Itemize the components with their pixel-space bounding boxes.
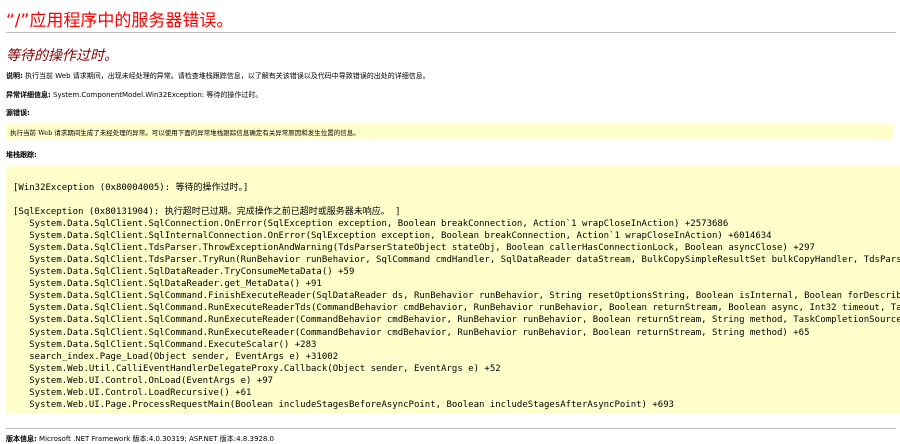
- stack-frame: System.Data.SqlClient.SqlCommand.RunExec…: [13, 327, 810, 338]
- source-error-label: 源错误:: [6, 109, 30, 117]
- description-line: 说明: 执行当前 Web 请求期间，出现未经处理的异常。请检查堆栈跟踪信息，以了…: [6, 71, 430, 81]
- stack-frame: System.Data.SqlClient.TdsParser.ThrowExc…: [13, 243, 815, 254]
- stack-trace-line: 堆栈跟踪:: [6, 150, 37, 160]
- stack-frame: System.Web.Util.CalliEventHandlerDelegat…: [13, 363, 501, 374]
- source-error-text: 执行当前 Web 请求期间生成了未经处理的异常。可以使用下面的异常堆栈跟踪信息确…: [10, 129, 360, 137]
- sql-exception-line: [SqlException (0x80131904): 执行超时已过期。完成操作…: [13, 207, 401, 218]
- description-text: 执行当前 Web 请求期间，出现未经处理的异常。请检查堆栈跟踪信息，以了解有关该…: [25, 72, 430, 80]
- stack-trace-label: 堆栈跟踪:: [6, 151, 37, 159]
- stack-frame: System.Data.SqlClient.SqlCommand.RunExec…: [13, 303, 900, 314]
- stack-frame: System.Data.SqlClient.SqlConnection.OnEr…: [13, 219, 729, 230]
- version-info-label: 版本信息:: [6, 435, 37, 443]
- stack-frame: System.Data.SqlClient.SqlCommand.FinishE…: [29, 291, 900, 302]
- stack-frame: System.Data.SqlClient.SqlDataReader.TryC…: [13, 267, 355, 278]
- exception-details-text: System.ComponentModel.Win32Exception: 等待…: [53, 91, 263, 99]
- title-divider: [6, 32, 896, 33]
- stack-frame: System.Data.SqlClient.TdsParser.TryRun(R…: [29, 255, 900, 266]
- stack-trace-box: [Win32Exception (0x80004005): 等待的操作过时。] […: [6, 165, 900, 414]
- stack-frame: System.Web.UI.Page.ProcessRequestMain(Bo…: [13, 399, 675, 410]
- stack-frame: search_index.Page_Load(Object sender, Ev…: [13, 351, 339, 362]
- stack-frame: System.Web.UI.Control.OnLoad(EventArgs e…: [13, 375, 274, 386]
- exception-details-label: 异常详细信息:: [6, 91, 51, 99]
- source-error-box: 执行当前 Web 请求期间生成了未经处理的异常。可以使用下面的异常堆栈跟踪信息确…: [6, 123, 894, 139]
- error-title: 等待的操作过时。: [6, 48, 118, 64]
- version-info-text: Microsoft .NET Framework 版本:4.0.30319; A…: [39, 435, 275, 443]
- win32-exception-line: [Win32Exception (0x80004005): 等待的操作过时。]: [13, 183, 249, 193]
- stack-frame: System.Data.SqlClient.SqlInternalConnect…: [13, 231, 772, 242]
- version-info-line: 版本信息: Microsoft .NET Framework 版本:4.0.30…: [6, 434, 274, 444]
- stack-frame: System.Data.SqlClient.SqlDataReader.get_…: [13, 279, 322, 290]
- footer-divider: [6, 428, 896, 429]
- stack-gap: [13, 194, 900, 206]
- stack-frame: System.Web.UI.Control.LoadRecursive() +6…: [13, 387, 252, 398]
- stack-frame: System.Data.SqlClient.SqlCommand.Execute…: [13, 339, 317, 350]
- stack-trace-text: [Win32Exception (0x80004005): 等待的操作过时。] […: [13, 182, 900, 411]
- error-page: “/”应用程序中的服务器错误。 等待的操作过时。 说明: 执行当前 Web 请求…: [0, 0, 900, 444]
- stack-frame: System.Data.SqlClient.SqlCommand.RunExec…: [29, 315, 900, 326]
- page-title: “/”应用程序中的服务器错误。: [6, 11, 234, 31]
- exception-details-line: 异常详细信息: System.ComponentModel.Win32Excep…: [6, 90, 262, 100]
- source-error-line: 源错误:: [6, 108, 30, 118]
- description-label: 说明:: [6, 72, 23, 80]
